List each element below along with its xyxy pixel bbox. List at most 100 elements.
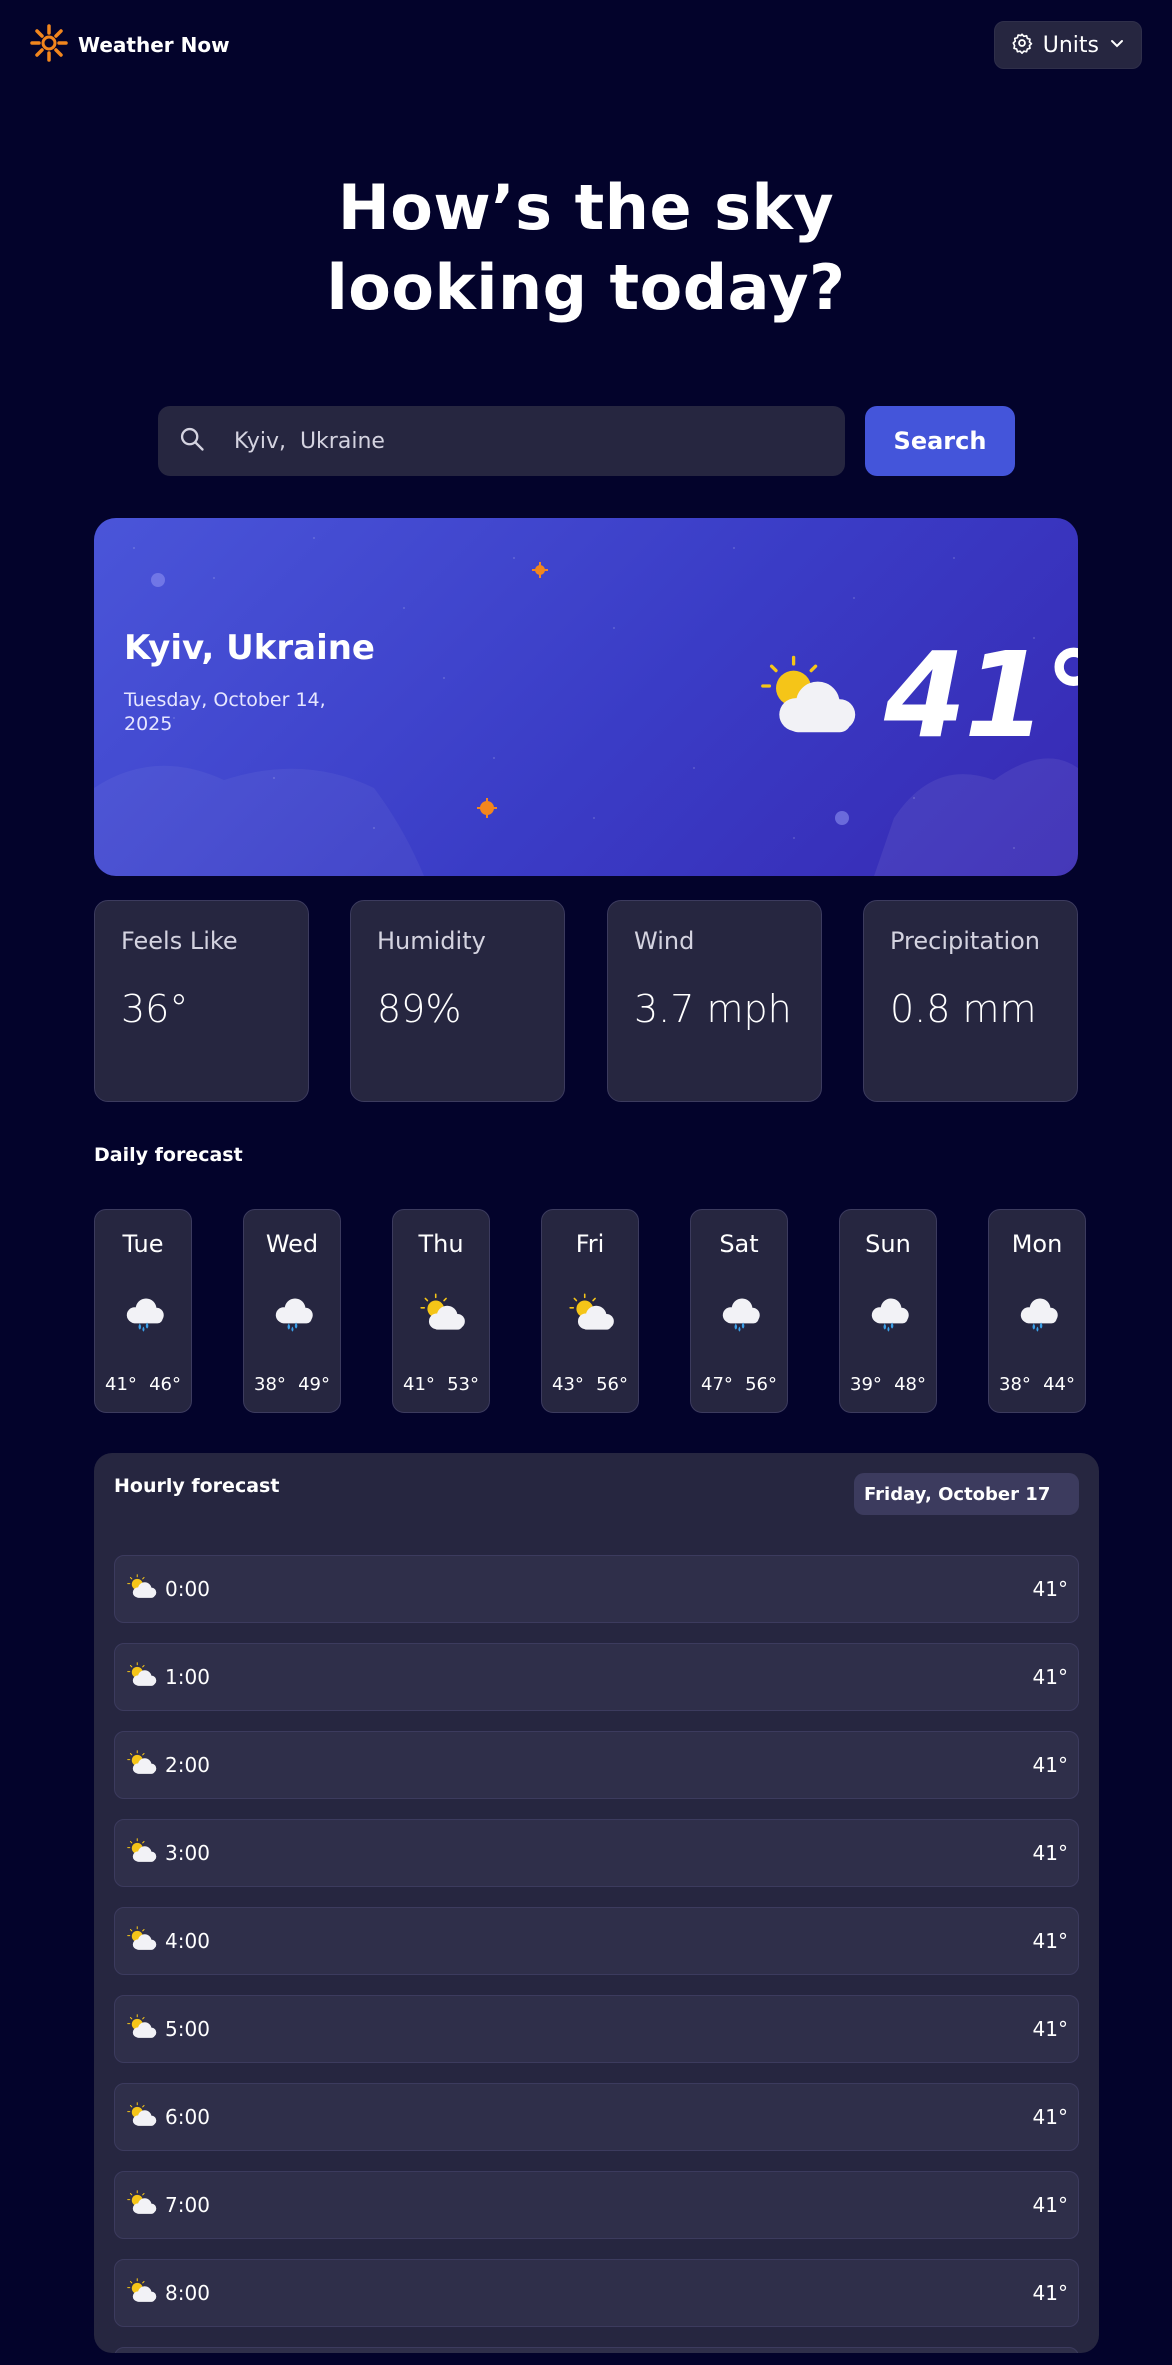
partly-cloudy-icon — [125, 2013, 159, 2045]
day-name: Thu — [418, 1230, 464, 1258]
stat-label: Wind — [634, 927, 695, 955]
hour-time: 8:00 — [165, 2281, 210, 2305]
page-title: How’s the sky looking today? — [0, 168, 1172, 328]
search-button[interactable]: Search — [865, 406, 1015, 476]
gear-icon — [1011, 32, 1033, 58]
stat-card-humidity: Humidity 89% — [350, 900, 565, 1102]
day-high: 56° — [745, 1374, 777, 1395]
hour-row: 1:00 41° — [114, 1643, 1079, 1711]
sun-logo-icon — [30, 24, 68, 66]
current-temperature: 41° — [884, 626, 1078, 764]
day-name: Sat — [719, 1230, 759, 1258]
hour-temp: 41° — [1032, 1577, 1068, 1601]
partly-cloudy-icon — [125, 1749, 159, 1781]
day-low: 47° — [701, 1374, 733, 1395]
units-label: Units — [1042, 32, 1099, 58]
day-low: 38° — [254, 1374, 286, 1395]
search-input[interactable]: Kyiv, Ukraine — [158, 406, 845, 476]
day-name: Sun — [865, 1230, 911, 1258]
stat-card-wind: Wind 3.7 mph — [607, 900, 822, 1102]
day-high: 48° — [894, 1374, 926, 1395]
hour-time: 5:00 — [165, 2017, 210, 2041]
day-low: 38° — [999, 1374, 1031, 1395]
stat-label: Feels Like — [121, 927, 238, 955]
hour-row: 0:00 41° — [114, 1555, 1079, 1623]
stat-value: 0.8 mm — [890, 987, 1037, 1031]
hourly-forecast-title: Hourly forecast — [114, 1475, 280, 1497]
day-card-wed[interactable]: Wed 38° 49° — [243, 1209, 341, 1413]
day-high: 44° — [1043, 1374, 1075, 1395]
current-weather-card: Kyiv, Ukraine Tuesday, October 14, 2025 … — [94, 518, 1078, 876]
hour-time: 4:00 — [165, 1929, 210, 1953]
stat-value: 36° — [121, 987, 189, 1031]
partly-cloudy-icon — [125, 1925, 159, 1957]
stat-label: Precipitation — [890, 927, 1041, 955]
partly-cloudy-icon — [125, 2189, 159, 2221]
day-high: 46° — [149, 1374, 181, 1395]
day-name: Fri — [575, 1230, 605, 1258]
day-card-sun[interactable]: Sun 39° 48° — [839, 1209, 937, 1413]
hourly-forecast-panel[interactable]: Hourly forecast Friday, October 17 0:00 … — [94, 1453, 1099, 2353]
hour-time: 3:00 — [165, 1841, 210, 1865]
day-low: 39° — [850, 1374, 882, 1395]
hour-temp: 41° — [1032, 1753, 1068, 1777]
rain-icon — [268, 1292, 320, 1338]
hour-temp: 41° — [1032, 1665, 1068, 1689]
partly-cloudy-icon — [125, 1661, 159, 1693]
day-card-mon[interactable]: Mon 38° 44° — [988, 1209, 1086, 1413]
chevron-down-icon — [1109, 35, 1125, 55]
page-title-line1: How’s the sky — [337, 171, 835, 244]
stat-label: Humidity — [377, 927, 486, 955]
day-high: 56° — [596, 1374, 628, 1395]
partly-cloudy-icon — [125, 2277, 159, 2309]
hour-row: 6:00 41° — [114, 2083, 1079, 2151]
brand[interactable]: Weather Now — [30, 24, 230, 66]
day-low: 41° — [105, 1374, 137, 1395]
hour-time: 0:00 — [165, 1577, 210, 1601]
hour-row: 4:00 41° — [114, 1907, 1079, 1975]
page-title-line2: looking today? — [326, 251, 846, 324]
day-name: Wed — [265, 1230, 319, 1258]
stat-value: 89% — [377, 987, 462, 1031]
day-high: 49° — [298, 1374, 330, 1395]
hour-row: 8:00 41° — [114, 2259, 1079, 2327]
rain-icon — [715, 1292, 767, 1338]
hour-temp: 41° — [1032, 1929, 1068, 1953]
partly-cloudy-icon — [125, 1837, 159, 1869]
hour-temp: 41° — [1032, 1841, 1068, 1865]
daily-forecast-title: Daily forecast — [94, 1144, 243, 1166]
app-name: Weather Now — [78, 33, 230, 57]
hour-row: 5:00 41° — [114, 1995, 1079, 2063]
stat-card-feels-like: Feels Like 36° — [94, 900, 309, 1102]
hour-row: 2:00 41° — [114, 1731, 1079, 1799]
rain-icon — [1013, 1292, 1065, 1338]
hour-time: 1:00 — [165, 1665, 210, 1689]
hour-row: 3:00 41° — [114, 1819, 1079, 1887]
rain-icon — [119, 1292, 171, 1338]
hourly-day-select[interactable]: Friday, October 17 — [854, 1473, 1079, 1515]
rain-icon — [864, 1292, 916, 1338]
units-dropdown-button[interactable]: Units — [993, 21, 1142, 69]
hour-temp: 41° — [1032, 2193, 1068, 2217]
current-location: Kyiv, Ukraine — [124, 628, 375, 668]
day-name: Mon — [1011, 1230, 1063, 1258]
partly-cloudy-icon — [754, 653, 864, 745]
search-input-value: Kyiv, Ukraine — [234, 428, 385, 454]
hour-temp: 41° — [1032, 2105, 1068, 2129]
day-card-fri[interactable]: Fri 43° 56° — [541, 1209, 639, 1413]
weather-app: Weather Now Units How’s the sky looking … — [0, 0, 1172, 2365]
day-card-tue[interactable]: Tue 41° 46° — [94, 1209, 192, 1413]
hour-temp: 41° — [1032, 2017, 1068, 2041]
hour-time: 7:00 — [165, 2193, 210, 2217]
current-date: Tuesday, October 14, 2025 — [124, 689, 326, 735]
partly-cloudy-icon — [566, 1292, 618, 1338]
day-card-sat[interactable]: Sat 47° 56° — [690, 1209, 788, 1413]
day-low: 43° — [552, 1374, 584, 1395]
partly-cloudy-icon — [125, 2101, 159, 2133]
partly-cloudy-icon — [125, 1573, 159, 1605]
hour-row: 7:00 41° — [114, 2171, 1079, 2239]
day-card-thu[interactable]: Thu 41° 53° — [392, 1209, 490, 1413]
app-header: Weather Now Units — [30, 20, 1142, 70]
stat-value: 3.7 mph — [634, 987, 792, 1031]
hour-time: 6:00 — [165, 2105, 210, 2129]
